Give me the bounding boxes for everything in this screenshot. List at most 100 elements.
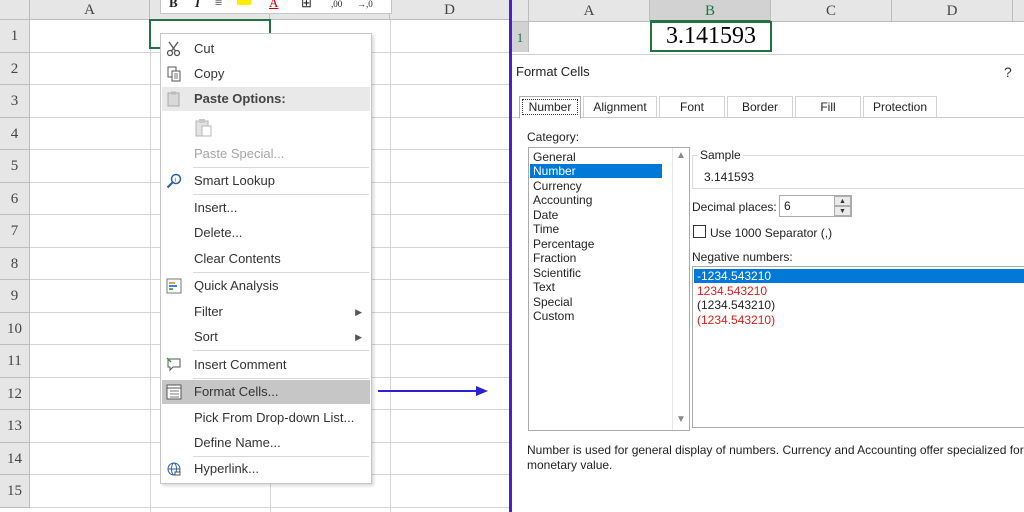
column-header-c[interactable]: C xyxy=(771,0,892,22)
scroll-up-icon[interactable]: ▲ xyxy=(676,150,686,161)
menu-item-label: Insert Comment xyxy=(194,357,287,372)
menu-item-filter[interactable]: Filter ▶ xyxy=(162,300,370,324)
fill-color-icon[interactable] xyxy=(237,0,251,8)
row-header-3[interactable]: 3 xyxy=(0,85,30,118)
menu-item-cut[interactable]: Cut xyxy=(162,37,370,61)
select-all-corner[interactable] xyxy=(0,0,30,20)
tab-strip-border xyxy=(512,117,1024,118)
column-header-b[interactable]: B xyxy=(650,0,771,22)
select-all-corner[interactable] xyxy=(512,0,529,22)
tab-label: Number xyxy=(521,99,579,115)
column-header-a[interactable]: A xyxy=(529,0,650,22)
menu-item-insert[interactable]: Insert... xyxy=(162,196,370,220)
list-item[interactable]: (1234.543210) xyxy=(694,298,1024,312)
hyperlink-icon xyxy=(166,461,182,477)
category-scrollbar[interactable]: ▲ ▼ xyxy=(672,148,689,430)
row-header-2[interactable]: 2 xyxy=(0,53,30,85)
decimal-spinner[interactable]: ▲ ▼ xyxy=(834,196,851,216)
decrease-decimal-button[interactable]: →,0 xyxy=(357,0,373,9)
column-header-e[interactable] xyxy=(1013,0,1024,22)
row-header-15[interactable]: 15 xyxy=(0,475,30,508)
menu-item-quick-analysis[interactable]: Quick Analysis xyxy=(162,274,370,298)
quick-analysis-icon xyxy=(166,278,182,294)
menu-item-clear-contents[interactable]: Clear Contents xyxy=(162,247,370,271)
tab-border[interactable]: Border xyxy=(727,96,793,118)
menu-item-label: Format Cells... xyxy=(194,384,279,399)
list-item[interactable]: Scientific xyxy=(530,266,662,280)
thousand-separator-checkbox[interactable] xyxy=(693,225,706,238)
menu-separator xyxy=(193,167,369,168)
tab-protection[interactable]: Protection xyxy=(863,96,937,118)
cell-b1[interactable]: 3.141593 xyxy=(650,21,772,52)
scroll-down-icon[interactable]: ▼ xyxy=(676,414,686,425)
row-header-10[interactable]: 10 xyxy=(0,313,30,345)
menu-item-sort[interactable]: Sort ▶ xyxy=(162,325,370,349)
menu-item-hyperlink[interactable]: Hyperlink... xyxy=(162,457,370,481)
column-header-a[interactable]: A xyxy=(30,0,150,20)
row-header-9[interactable]: 9 xyxy=(0,280,30,313)
spin-up-icon[interactable]: ▲ xyxy=(834,196,851,206)
row-header-7[interactable]: 7 xyxy=(0,215,30,248)
column-header-d[interactable]: D xyxy=(892,0,1013,22)
italic-button[interactable]: I xyxy=(195,0,200,11)
list-item[interactable]: Date xyxy=(530,208,662,222)
category-label: Category: xyxy=(527,130,580,144)
list-item[interactable]: Custom xyxy=(530,309,662,323)
menu-item-copy[interactable]: Copy xyxy=(162,62,370,86)
list-item[interactable]: (1234.543210) xyxy=(694,313,1024,327)
menu-item-pick-from-dropdown[interactable]: Pick From Drop-down List... xyxy=(162,406,370,430)
list-item[interactable]: Currency xyxy=(530,179,662,193)
spin-down-icon[interactable]: ▼ xyxy=(834,206,851,216)
list-item[interactable]: General xyxy=(530,150,662,164)
sample-label: Sample xyxy=(698,148,743,162)
list-item[interactable]: Percentage xyxy=(530,237,662,251)
left-worksheet: A B C D 1 2 3 4 5 6 7 8 9 10 11 12 13 14… xyxy=(0,0,509,512)
row-header-5[interactable]: 5 xyxy=(0,150,30,183)
row-header-1[interactable]: 1 xyxy=(512,22,529,52)
list-item[interactable]: Fraction xyxy=(530,251,662,265)
thousand-separator-label: Use 1000 Separator (,) xyxy=(710,226,833,240)
menu-separator xyxy=(193,272,369,273)
menu-separator xyxy=(193,350,369,351)
align-center-button[interactable]: ≡ xyxy=(215,0,222,11)
menu-item-delete[interactable]: Delete... xyxy=(162,221,370,245)
list-item[interactable]: Accounting xyxy=(530,193,662,207)
list-item[interactable]: Text xyxy=(530,280,662,294)
negative-numbers-listbox[interactable]: -1234.543210 1234.543210 (1234.543210) (… xyxy=(692,266,1024,428)
row-header-13[interactable]: 13 xyxy=(0,410,30,443)
tab-font[interactable]: Font xyxy=(659,96,725,118)
mini-toolbar: B I ≡ A ⊞ ,00 →,0 xyxy=(160,0,392,14)
font-color-button[interactable]: A xyxy=(269,0,278,11)
tab-alignment[interactable]: Alignment xyxy=(583,96,657,118)
menu-item-insert-comment[interactable]: Insert Comment xyxy=(162,353,370,377)
list-item[interactable]: Time xyxy=(530,222,662,236)
menu-item-format-cells[interactable]: Format Cells... xyxy=(162,380,370,404)
row-header-14[interactable]: 14 xyxy=(0,443,30,475)
row-header-4[interactable]: 4 xyxy=(0,118,30,150)
row-header-6[interactable]: 6 xyxy=(0,183,30,215)
list-item[interactable]: Special xyxy=(530,295,662,309)
tab-number[interactable]: Number xyxy=(519,96,581,119)
category-listbox[interactable]: General Number Currency Accounting Date … xyxy=(528,147,690,431)
format-description: Number is used for general display of nu… xyxy=(527,443,1024,473)
list-item-selected[interactable]: -1234.543210 xyxy=(694,269,1024,283)
menu-item-define-name[interactable]: Define Name... xyxy=(162,431,370,455)
menu-item-paste-option[interactable] xyxy=(162,112,370,142)
row-header-1[interactable]: 1 xyxy=(0,20,30,53)
menu-item-label: Hyperlink... xyxy=(194,461,260,476)
borders-button[interactable]: ⊞ xyxy=(301,0,312,11)
tab-fill[interactable]: Fill xyxy=(795,96,861,118)
menu-item-label: Clear Contents xyxy=(194,251,281,266)
column-header-d[interactable]: D xyxy=(390,0,509,20)
help-button[interactable]: ? xyxy=(1004,64,1012,80)
bold-button[interactable]: B xyxy=(169,0,178,11)
description-line: monetary value. xyxy=(527,458,613,472)
copy-icon xyxy=(166,66,182,82)
menu-item-smart-lookup[interactable]: i Smart Lookup xyxy=(162,169,370,193)
list-item-selected[interactable]: Number xyxy=(530,164,662,178)
increase-decimal-button[interactable]: ,00 xyxy=(331,0,342,9)
list-item[interactable]: 1234.543210 xyxy=(694,284,1024,298)
row-header-11[interactable]: 11 xyxy=(0,345,30,378)
row-header-12[interactable]: 12 xyxy=(0,378,30,410)
row-header-8[interactable]: 8 xyxy=(0,248,30,280)
